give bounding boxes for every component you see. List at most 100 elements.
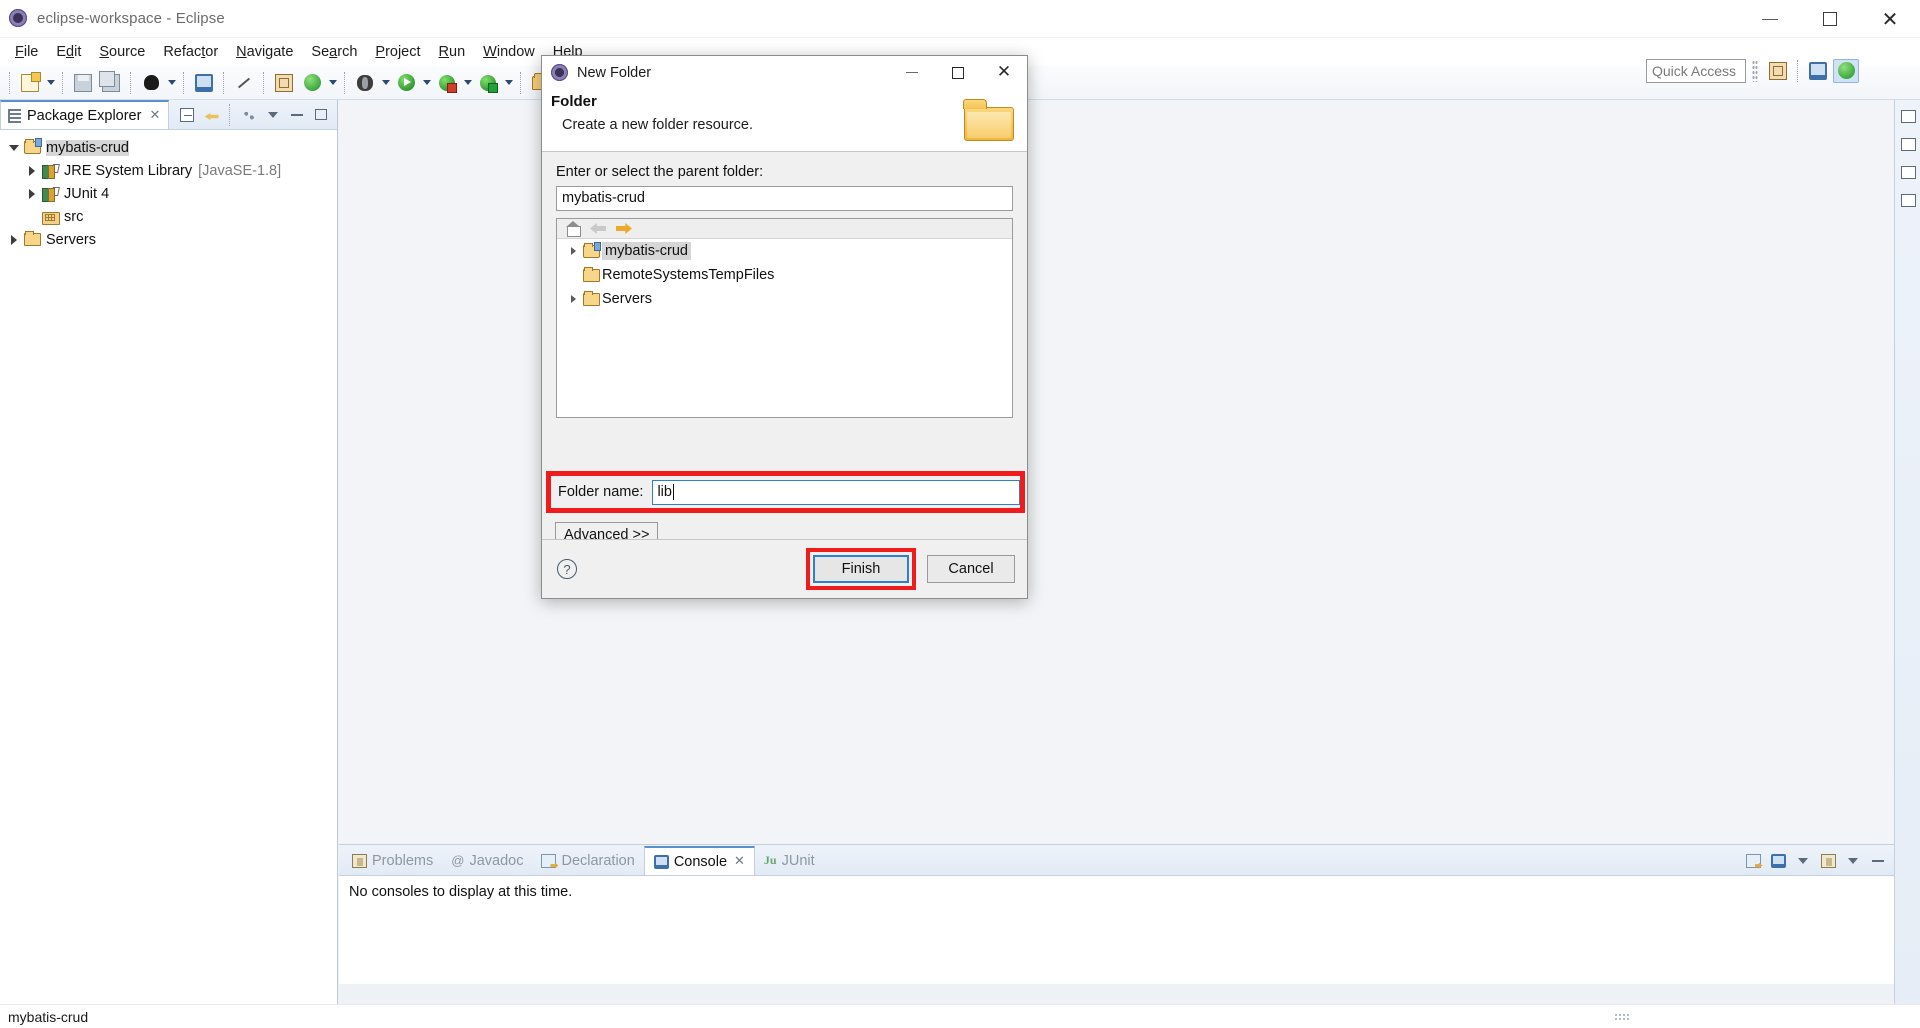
menu-source[interactable]: Source [90,41,154,63]
tree-item-junit-4[interactable]: JUnit 4 [0,182,337,205]
chevron-right-icon[interactable] [565,247,581,255]
dialog-tree-item-mybatis-crud[interactable]: mybatis-crud [557,239,1012,263]
perspective-java-ee-button[interactable] [1805,59,1831,83]
tree-item-mybatis-crud[interactable]: mybatis-crud [0,136,337,159]
tree-item-label: mybatis-crud [46,139,129,156]
tree-item-src[interactable]: src [0,205,337,228]
open-console-button[interactable] [191,70,217,96]
dialog-tree-item-servers[interactable]: Servers [557,287,1012,311]
folder-name-input[interactable]: lib [652,479,1020,505]
close-icon[interactable]: ✕ [734,854,745,869]
help-button[interactable]: ? [557,559,577,579]
window-maximize-button[interactable] [1800,0,1860,38]
toolbar-drag-handle[interactable] [1752,59,1758,82]
external-tools-dropdown[interactable] [502,71,515,95]
status-resize-handle[interactable] [1614,1013,1630,1020]
window-close-button[interactable]: ✕ [1860,0,1920,38]
tab-declaration[interactable]: Declaration [532,846,643,875]
run-coverage-button[interactable] [434,70,460,96]
menu-navigate[interactable]: Navigate [227,41,302,63]
maximize-view-button[interactable] [310,104,332,126]
collapse-all-button[interactable] [176,104,198,126]
chevron-right-icon[interactable] [6,235,22,245]
tree-item-jre-system-library[interactable]: JRE System Library [JavaSE-1.8] [0,159,337,182]
dialog-minimize-button[interactable] [889,56,935,89]
dialog-tree-item-remote-systems-temp-files[interactable]: RemoteSystemsTempFiles [557,263,1012,287]
outline-view-button[interactable] [1896,132,1920,156]
debug-button[interactable] [352,70,378,96]
dialog-maximize-button[interactable] [935,56,981,89]
minimize-view-button[interactable] [286,104,308,126]
close-icon[interactable]: ✕ [149,108,160,123]
chevron-down-icon [268,111,278,118]
menu-window[interactable]: Window [474,41,544,63]
toolbar-separator [223,71,225,94]
tree-item-servers[interactable]: Servers [0,228,337,251]
run-coverage-dropdown[interactable] [461,71,474,95]
tab-problems[interactable]: Problems [343,846,442,875]
toolbar-separator [9,71,11,94]
dialog-title: New Folder [577,64,652,81]
display-console-dropdown[interactable] [1792,850,1814,872]
task-list-button[interactable] [1896,160,1920,184]
view-menu-arrow-button[interactable] [262,104,284,126]
external-tools-button[interactable] [475,70,501,96]
new-wizard-dropdown[interactable] [44,71,57,95]
toolbar-separator [130,71,132,94]
skip-breakpoints-button[interactable] [231,70,257,96]
tab-package-explorer[interactable]: Package Explorer ✕ [0,100,170,129]
open-perspective-button[interactable] [1765,59,1791,83]
pin-console-button[interactable] [1742,850,1764,872]
templates-view-button[interactable] [1896,188,1920,212]
save-all-button[interactable] [98,70,124,96]
run-dropdown[interactable] [420,71,433,95]
finish-button[interactable]: Finish [813,555,909,583]
right-fast-view-bar [1894,100,1920,1008]
chevron-right-icon[interactable] [24,166,40,176]
tab-junit[interactable]: Ju JUnit [755,846,824,875]
open-console-dropdown[interactable] [1842,850,1864,872]
back-icon[interactable] [590,223,606,234]
tab-console[interactable]: Console ✕ [643,846,755,875]
window-titlebar: eclipse-workspace - Eclipse ✕ [0,0,1920,38]
dialog-close-button[interactable]: ✕ [981,56,1027,89]
parent-folder-input[interactable]: mybatis-crud [556,186,1013,211]
parent-folder-label: Enter or select the parent folder: [556,164,764,180]
menu-edit[interactable]: Edit [47,41,90,63]
link-with-editor-button[interactable] [200,104,222,126]
chevron-down-icon[interactable] [6,145,22,151]
perspective-java-button[interactable] [1833,58,1859,83]
user-button[interactable] [138,70,164,96]
forward-icon[interactable] [616,223,632,234]
minimize-console-button[interactable] [1867,850,1889,872]
new-folder-dialog: New Folder ✕ Folder Create a new folder … [541,55,1028,599]
tab-javadoc[interactable]: @ Javadoc [442,846,532,875]
cancel-button[interactable]: Cancel [927,555,1015,583]
declaration-icon [541,853,557,868]
save-button[interactable] [70,70,96,96]
menu-project[interactable]: Project [366,41,429,63]
user-dropdown[interactable] [165,71,178,95]
menu-run[interactable]: Run [430,41,475,63]
new-class-dropdown[interactable] [326,71,339,95]
new-class-button[interactable] [299,70,325,96]
menu-refactor[interactable]: Refactor [154,41,227,63]
home-icon[interactable] [566,221,581,237]
chevron-right-icon[interactable] [24,189,40,199]
debug-dropdown[interactable] [379,71,392,95]
restore-button[interactable] [1896,104,1920,128]
menu-file[interactable]: File [6,41,47,63]
open-console-menu-button[interactable] [1817,850,1839,872]
toolbar-separator [62,71,64,94]
new-wizard-button[interactable] [17,70,43,96]
window-minimize-button[interactable] [1740,0,1800,38]
parent-folder-tree[interactable]: mybatis-crud RemoteSystemsTempFiles Serv… [556,218,1013,418]
menu-search[interactable]: Search [302,41,366,63]
quick-access-input[interactable]: Quick Access [1646,58,1746,83]
run-button[interactable] [393,70,419,96]
view-menu-button[interactable] [238,104,260,126]
project-icon [581,241,602,258]
display-selected-console-button[interactable] [1767,850,1789,872]
new-package-button[interactable] [271,70,297,96]
chevron-right-icon[interactable] [565,295,581,303]
